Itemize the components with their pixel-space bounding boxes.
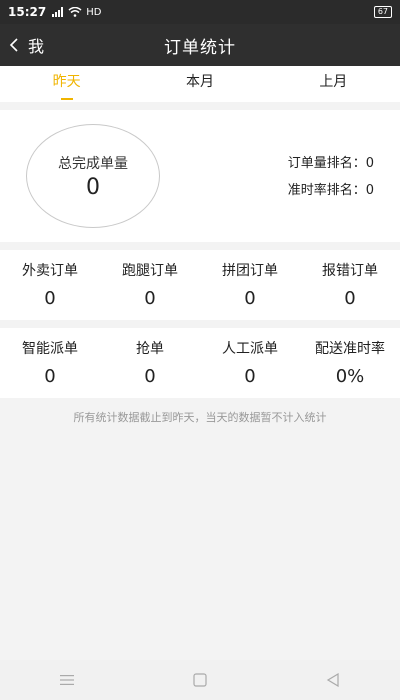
network-type: HD — [86, 6, 102, 18]
ontime-rank-value: 0 — [365, 183, 374, 198]
tab-this-month[interactable]: 本月 — [133, 66, 266, 102]
stat-label: 智能派单 — [22, 341, 78, 357]
stat-grab-order: 抢单 0 — [100, 328, 200, 398]
ontime-rank-row: 准时率排名：0 — [288, 179, 374, 198]
stat-label: 外卖订单 — [22, 263, 78, 279]
stat-label: 报错订单 — [322, 263, 378, 279]
summary-card: 总完成单量 0 订单量排名：0 准时率排名：0 — [0, 110, 400, 242]
signal-icon — [52, 7, 64, 17]
menu-icon — [59, 675, 74, 685]
stat-label: 人工派单 — [222, 341, 278, 357]
ontime-rank-label: 准时率排名： — [287, 183, 366, 198]
tab-yesterday[interactable]: 昨天 — [0, 66, 133, 102]
total-orders-label: 总完成单量 — [58, 155, 128, 172]
stat-error-report: 报错订单 0 — [300, 250, 400, 320]
back-label: 我 — [28, 37, 45, 56]
stat-manual-dispatch: 人工派单 0 — [200, 328, 300, 398]
footnote: 所有统计数据截止到昨天，当天的数据暂不计入统计 — [73, 411, 327, 424]
order-rank-label: 订单量排名： — [287, 156, 366, 171]
square-icon — [193, 673, 207, 687]
stat-value: 0 — [144, 288, 156, 309]
wifi-icon — [68, 7, 82, 17]
stat-label: 拼团订单 — [222, 263, 278, 279]
tab-last-month[interactable]: 上月 — [267, 66, 400, 102]
back-button[interactable]: 我 — [8, 24, 44, 66]
order-rank-value: 0 — [365, 156, 374, 171]
page-title: 订单统计 — [164, 37, 236, 58]
stat-label: 跑腿订单 — [122, 263, 178, 279]
stat-takeout: 外卖订单 0 — [0, 250, 100, 320]
status-icons: HD — [52, 7, 101, 18]
chevron-left-icon — [9, 38, 18, 52]
status-bar: 15:27 HD 67 — [0, 0, 400, 24]
period-tabs: 昨天 本月 上月 — [0, 66, 400, 102]
order-type-stats: 外卖订单 0 跑腿订单 0 拼团订单 0 报错订单 0 — [0, 250, 400, 320]
back-nav-button[interactable] — [313, 665, 353, 695]
rank-box: 订单量排名：0 准时率排名：0 — [288, 152, 374, 206]
total-orders-value: 0 — [86, 174, 100, 200]
stat-smart-dispatch: 智能派单 0 — [0, 328, 100, 398]
system-nav-bar — [0, 660, 400, 700]
stat-label: 抢单 — [136, 341, 164, 357]
stat-ontime-rate: 配送准时率 0% — [300, 328, 400, 398]
battery-icon: 67 — [373, 6, 392, 18]
home-button[interactable] — [180, 665, 220, 695]
total-orders-circle: 总完成单量 0 — [26, 124, 160, 228]
stat-value: 0 — [244, 366, 256, 387]
stat-group-buy: 拼团订单 0 — [200, 250, 300, 320]
stat-value: 0 — [144, 366, 156, 387]
status-time: 15:27 — [8, 5, 47, 19]
triangle-back-icon — [327, 673, 339, 687]
stat-value: 0 — [244, 288, 256, 309]
menu-button[interactable] — [47, 665, 87, 695]
stat-label: 配送准时率 — [315, 341, 385, 357]
stat-value: 0 — [44, 366, 56, 387]
order-rank-row: 订单量排名：0 — [288, 152, 374, 171]
stat-value: 0% — [335, 366, 365, 387]
nav-bar: 我 订单统计 — [0, 24, 400, 66]
stat-errand: 跑腿订单 0 — [100, 250, 200, 320]
stat-value: 0 — [44, 288, 56, 309]
stat-value: 0 — [344, 288, 356, 309]
dispatch-stats: 智能派单 0 抢单 0 人工派单 0 配送准时率 0% — [0, 328, 400, 398]
